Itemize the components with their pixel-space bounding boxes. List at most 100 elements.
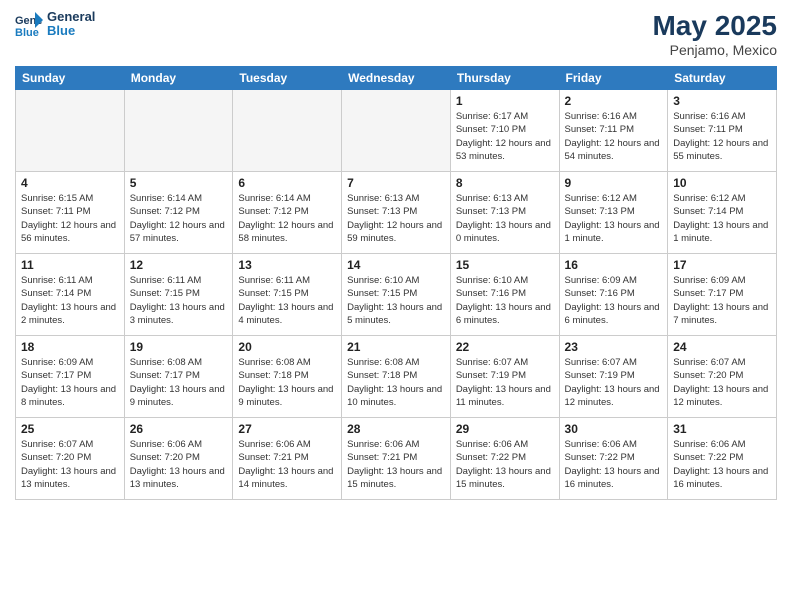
day-number: 8 xyxy=(456,176,554,190)
day-info: Sunrise: 6:11 AM Sunset: 7:15 PM Dayligh… xyxy=(238,274,336,327)
day-number: 29 xyxy=(456,422,554,436)
calendar-cell: 3Sunrise: 6:16 AM Sunset: 7:11 PM Daylig… xyxy=(668,90,777,172)
title-block: May 2025 Penjamo, Mexico xyxy=(652,10,777,58)
weekday-header-saturday: Saturday xyxy=(668,67,777,90)
day-number: 12 xyxy=(130,258,228,272)
calendar-cell: 10Sunrise: 6:12 AM Sunset: 7:14 PM Dayli… xyxy=(668,172,777,254)
calendar-cell: 27 Sunrise: 6:06 AM Sunset: 7:21 PM Dayli… xyxy=(233,418,342,500)
day-number: 19 xyxy=(130,340,228,354)
day-info: Sunrise: 6:11 AM Sunset: 7:15 PM Dayligh… xyxy=(130,274,228,327)
day-number: 31 xyxy=(673,422,771,436)
calendar-cell: 20 Sunrise: 6:08 AM Sunset: 7:18 PM Dayli… xyxy=(233,336,342,418)
day-number: 28 xyxy=(347,422,445,436)
day-number: 4 xyxy=(21,176,119,190)
day-info: Sunrise: 6:06 AM Sunset: 7:22 PM Dayligh… xyxy=(673,438,771,491)
week-row-5: 25 Sunrise: 6:07 AM Sunset: 7:20 PM Dayli… xyxy=(16,418,777,500)
logo-icon: General Blue xyxy=(15,10,43,38)
calendar-cell: 14Sunrise: 6:10 AM Sunset: 7:15 PM Dayli… xyxy=(342,254,451,336)
day-number: 10 xyxy=(673,176,771,190)
day-info: Sunrise: 6:14 AM Sunset: 7:12 PM Dayligh… xyxy=(238,192,336,245)
day-number: 26 xyxy=(130,422,228,436)
day-info: Sunrise: 6:10 AM Sunset: 7:16 PM Dayligh… xyxy=(456,274,554,327)
calendar-cell: 18 Sunrise: 6:09 AM Sunset: 7:17 PM Dayli… xyxy=(16,336,125,418)
day-info: Sunrise: 6:07 AM Sunset: 7:19 PM Dayligh… xyxy=(565,356,663,409)
calendar-cell: 30Sunrise: 6:06 AM Sunset: 7:22 PM Dayli… xyxy=(559,418,668,500)
day-info: Sunrise: 6:11 AM Sunset: 7:14 PM Dayligh… xyxy=(21,274,119,327)
day-info: Sunrise: 6:14 AM Sunset: 7:12 PM Dayligh… xyxy=(130,192,228,245)
calendar-cell: 19 Sunrise: 6:08 AM Sunset: 7:17 PM Dayli… xyxy=(124,336,233,418)
calendar-cell: 31 Sunrise: 6:06 AM Sunset: 7:22 PM Dayli… xyxy=(668,418,777,500)
week-row-2: 4 Sunrise: 6:15 AM Sunset: 7:11 PM Daylig… xyxy=(16,172,777,254)
calendar-cell: 8Sunrise: 6:13 AM Sunset: 7:13 PM Daylig… xyxy=(450,172,559,254)
weekday-header-wednesday: Wednesday xyxy=(342,67,451,90)
location: Penjamo, Mexico xyxy=(652,42,777,58)
day-info: Sunrise: 6:06 AM Sunset: 7:21 PM Dayligh… xyxy=(238,438,336,491)
day-info: Sunrise: 6:06 AM Sunset: 7:22 PM Dayligh… xyxy=(456,438,554,491)
day-number: 21 xyxy=(347,340,445,354)
day-number: 15 xyxy=(456,258,554,272)
day-info: Sunrise: 6:09 AM Sunset: 7:17 PM Dayligh… xyxy=(673,274,771,327)
calendar-cell xyxy=(342,90,451,172)
day-number: 24 xyxy=(673,340,771,354)
day-number: 14 xyxy=(347,258,445,272)
calendar-cell: 11Sunrise: 6:11 AM Sunset: 7:14 PM Dayli… xyxy=(16,254,125,336)
day-info: Sunrise: 6:17 AM Sunset: 7:10 PM Dayligh… xyxy=(456,110,554,163)
calendar-cell: 25 Sunrise: 6:07 AM Sunset: 7:20 PM Dayli… xyxy=(16,418,125,500)
day-number: 9 xyxy=(565,176,663,190)
day-info: Sunrise: 6:09 AM Sunset: 7:17 PM Dayligh… xyxy=(21,356,119,409)
calendar-cell: 1Sunrise: 6:17 AM Sunset: 7:10 PM Daylig… xyxy=(450,90,559,172)
logo: General Blue General Blue xyxy=(15,10,95,39)
day-number: 7 xyxy=(347,176,445,190)
day-info: Sunrise: 6:06 AM Sunset: 7:22 PM Dayligh… xyxy=(565,438,663,491)
svg-text:Blue: Blue xyxy=(15,27,39,38)
week-row-3: 11Sunrise: 6:11 AM Sunset: 7:14 PM Dayli… xyxy=(16,254,777,336)
day-number: 20 xyxy=(238,340,336,354)
day-info: Sunrise: 6:15 AM Sunset: 7:11 PM Dayligh… xyxy=(21,192,119,245)
day-number: 16 xyxy=(565,258,663,272)
calendar-cell: 22 Sunrise: 6:07 AM Sunset: 7:19 PM Dayli… xyxy=(450,336,559,418)
calendar-cell: 29 Sunrise: 6:06 AM Sunset: 7:22 PM Dayli… xyxy=(450,418,559,500)
day-number: 17 xyxy=(673,258,771,272)
calendar-cell: 21 Sunrise: 6:08 AM Sunset: 7:18 PM Dayli… xyxy=(342,336,451,418)
day-number: 2 xyxy=(565,94,663,108)
day-info: Sunrise: 6:06 AM Sunset: 7:21 PM Dayligh… xyxy=(347,438,445,491)
day-number: 22 xyxy=(456,340,554,354)
calendar-cell: 5 Sunrise: 6:14 AM Sunset: 7:12 PM Daylig… xyxy=(124,172,233,254)
calendar-cell: 4 Sunrise: 6:15 AM Sunset: 7:11 PM Daylig… xyxy=(16,172,125,254)
calendar: SundayMondayTuesdayWednesdayThursdayFrid… xyxy=(15,66,777,500)
day-info: Sunrise: 6:09 AM Sunset: 7:16 PM Dayligh… xyxy=(565,274,663,327)
day-info: Sunrise: 6:07 AM Sunset: 7:20 PM Dayligh… xyxy=(673,356,771,409)
weekday-header-row: SundayMondayTuesdayWednesdayThursdayFrid… xyxy=(16,67,777,90)
day-number: 25 xyxy=(21,422,119,436)
calendar-cell: 26 Sunrise: 6:06 AM Sunset: 7:20 PM Dayli… xyxy=(124,418,233,500)
weekday-header-tuesday: Tuesday xyxy=(233,67,342,90)
calendar-cell xyxy=(233,90,342,172)
calendar-cell: 6 Sunrise: 6:14 AM Sunset: 7:12 PM Daylig… xyxy=(233,172,342,254)
day-info: Sunrise: 6:06 AM Sunset: 7:20 PM Dayligh… xyxy=(130,438,228,491)
day-number: 13 xyxy=(238,258,336,272)
weekday-header-thursday: Thursday xyxy=(450,67,559,90)
day-number: 27 xyxy=(238,422,336,436)
weekday-header-friday: Friday xyxy=(559,67,668,90)
calendar-cell: 23Sunrise: 6:07 AM Sunset: 7:19 PM Dayli… xyxy=(559,336,668,418)
day-info: Sunrise: 6:08 AM Sunset: 7:18 PM Dayligh… xyxy=(347,356,445,409)
calendar-cell: 2 Sunrise: 6:16 AM Sunset: 7:11 PM Daylig… xyxy=(559,90,668,172)
day-info: Sunrise: 6:08 AM Sunset: 7:18 PM Dayligh… xyxy=(238,356,336,409)
week-row-4: 18 Sunrise: 6:09 AM Sunset: 7:17 PM Dayli… xyxy=(16,336,777,418)
day-info: Sunrise: 6:07 AM Sunset: 7:19 PM Dayligh… xyxy=(456,356,554,409)
weekday-header-monday: Monday xyxy=(124,67,233,90)
logo-general: General xyxy=(47,10,95,24)
page: General Blue General Blue May 2025 Penja… xyxy=(0,0,792,612)
calendar-cell: 17 Sunrise: 6:09 AM Sunset: 7:17 PM Dayli… xyxy=(668,254,777,336)
day-number: 18 xyxy=(21,340,119,354)
day-info: Sunrise: 6:07 AM Sunset: 7:20 PM Dayligh… xyxy=(21,438,119,491)
day-number: 5 xyxy=(130,176,228,190)
calendar-cell: 15 Sunrise: 6:10 AM Sunset: 7:16 PM Dayli… xyxy=(450,254,559,336)
calendar-cell: 12 Sunrise: 6:11 AM Sunset: 7:15 PM Dayli… xyxy=(124,254,233,336)
calendar-cell xyxy=(124,90,233,172)
day-info: Sunrise: 6:13 AM Sunset: 7:13 PM Dayligh… xyxy=(347,192,445,245)
day-info: Sunrise: 6:16 AM Sunset: 7:11 PM Dayligh… xyxy=(565,110,663,163)
day-info: Sunrise: 6:08 AM Sunset: 7:17 PM Dayligh… xyxy=(130,356,228,409)
day-number: 6 xyxy=(238,176,336,190)
calendar-cell: 28 Sunrise: 6:06 AM Sunset: 7:21 PM Dayli… xyxy=(342,418,451,500)
